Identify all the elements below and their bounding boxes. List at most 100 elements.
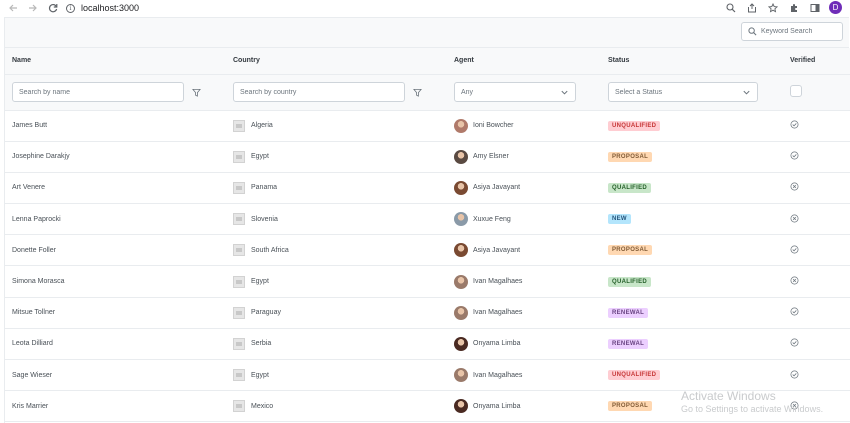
times-circle-icon xyxy=(790,214,800,224)
country-name: Serbia xyxy=(251,340,272,348)
status-cell: PROPOSAL xyxy=(601,234,783,267)
zoom-icon[interactable] xyxy=(725,2,737,14)
agent-name: Asiya Javayant xyxy=(473,246,521,254)
name-cell: Art Venere xyxy=(5,172,226,205)
back-button[interactable] xyxy=(6,1,20,15)
filter-icon[interactable] xyxy=(190,85,204,99)
bookmark-star-icon[interactable] xyxy=(767,2,779,14)
agent-avatar xyxy=(454,243,468,258)
country-cell: Egypt xyxy=(226,359,447,392)
verified-cell xyxy=(783,110,850,142)
forward-button[interactable] xyxy=(26,1,40,15)
country-cell: Slovenia xyxy=(226,203,447,236)
table-row[interactable]: Art Venere Panama Asiya Javayant QUALIFIED xyxy=(5,172,850,205)
verified-cell xyxy=(783,172,850,205)
status-badge: UNQUALIFIED xyxy=(608,120,661,131)
customer-name: Art Venere xyxy=(12,184,46,192)
customer-name: Leota Dilliard xyxy=(12,340,53,348)
flag-icon xyxy=(233,213,245,226)
agent-cell: Asiya Javayant xyxy=(447,172,601,205)
name-cell: Sage Wieser xyxy=(5,359,226,392)
country-cell: Algeria xyxy=(226,110,447,142)
status-badge: UNQUALIFIED xyxy=(608,370,661,381)
name-cell: Mitsue Tollner xyxy=(5,297,226,329)
country-filter-input[interactable] xyxy=(233,82,405,102)
country-cell: Egypt xyxy=(226,141,447,173)
country-name: Egypt xyxy=(251,278,269,286)
reload-icon xyxy=(48,4,58,13)
table-row[interactable]: Josephine Darakjy Egypt Amy Elsner PROPOSAL xyxy=(5,141,850,173)
flag-icon xyxy=(233,369,245,382)
column-header-verified: Verified xyxy=(783,48,850,75)
table-row[interactable]: Kris Marrier Mexico Onyama Limba PROPOSAL xyxy=(5,390,850,423)
status-cell: QUALIFIED xyxy=(601,172,783,205)
agent-name: Ivan Magalhaes xyxy=(473,371,523,379)
agent-filter-dropdown[interactable]: Any xyxy=(454,82,576,102)
agent-name: Amy Elsner xyxy=(473,153,509,161)
check-circle-icon xyxy=(790,307,800,317)
check-circle-icon xyxy=(790,338,800,348)
verified-filter-checkbox[interactable] xyxy=(790,85,802,97)
share-icon[interactable] xyxy=(746,2,758,14)
country-cell: Mexico xyxy=(226,390,447,423)
table-row[interactable]: Leota Dilliard Serbia Onyama Limba RENEWAL xyxy=(5,328,850,361)
country-name: Egypt xyxy=(251,371,269,379)
verified-cell xyxy=(783,265,850,298)
table-row[interactable]: Sage Wieser Egypt Ivan Magalhaes UNQUALIFIE… xyxy=(5,359,850,392)
name-filter-cell xyxy=(5,74,226,111)
side-panel-icon[interactable] xyxy=(809,2,821,14)
agent-cell: Amy Elsner xyxy=(447,141,601,173)
status-cell: UNQUALIFIED xyxy=(601,359,783,392)
arrow-right-icon xyxy=(29,4,37,12)
flag-icon xyxy=(233,337,245,350)
status-filter-dropdown[interactable]: Select a Status xyxy=(608,82,758,102)
customer-name: Mitsue Tollner xyxy=(12,309,56,317)
customer-name: Josephine Darakjy xyxy=(12,153,70,161)
country-cell: South Africa xyxy=(226,234,447,267)
site-info-icon[interactable]: i xyxy=(66,3,75,13)
country-filter-cell xyxy=(226,74,447,111)
check-circle-icon xyxy=(790,245,800,255)
table-row[interactable]: Donette Foller South Africa Asiya Javayant… xyxy=(5,234,850,267)
column-header-status: Status xyxy=(601,48,783,75)
table-body: James Butt Algeria Ioni Bowcher UNQUALIFIED… xyxy=(5,110,850,423)
country-name: Algeria xyxy=(251,122,273,130)
table-caption xyxy=(5,17,849,48)
customer-name: James Butt xyxy=(12,122,48,130)
agent-cell: Xuxue Feng xyxy=(447,203,601,236)
country-name: Slovenia xyxy=(251,215,278,223)
filter-icon[interactable] xyxy=(411,85,425,99)
status-badge: PROPOSAL xyxy=(608,151,653,162)
status-cell: UNQUALIFIED xyxy=(601,110,783,142)
profile-avatar[interactable]: D xyxy=(829,1,842,14)
status-cell: QUALIFIED xyxy=(601,265,783,298)
agent-avatar xyxy=(454,368,468,383)
country-name: Panama xyxy=(251,184,278,192)
datatable-page: Name Country Agent Status Verified xyxy=(4,17,850,423)
reload-button[interactable] xyxy=(46,1,60,15)
address-bar[interactable]: i localhost:3000 xyxy=(66,1,139,15)
table-row[interactable]: Lenna Paprocki Slovenia Xuxue Feng NEW xyxy=(5,203,850,236)
table-row[interactable]: James Butt Algeria Ioni Bowcher UNQUALIFIED xyxy=(5,110,850,142)
check-circle-icon xyxy=(790,370,800,380)
table-row[interactable]: Simona Morasca Egypt Ivan Magalhaes QUALIFI… xyxy=(5,265,850,298)
agent-avatar xyxy=(454,399,468,414)
verified-filter-cell xyxy=(783,74,850,111)
customer-name: Kris Marrier xyxy=(12,402,49,410)
keyword-search-box[interactable] xyxy=(741,22,843,41)
status-badge: QUALIFIED xyxy=(608,182,652,193)
agent-filter-cell: Any xyxy=(447,74,601,111)
flag-icon xyxy=(233,181,245,194)
name-cell: Leota Dilliard xyxy=(5,328,226,361)
status-badge: PROPOSAL xyxy=(608,245,653,256)
flag-icon xyxy=(233,244,245,257)
extensions-icon[interactable] xyxy=(788,2,800,14)
keyword-search-input[interactable] xyxy=(761,28,841,35)
status-badge: NEW xyxy=(608,214,631,225)
name-filter-input[interactable] xyxy=(12,82,184,102)
times-circle-icon xyxy=(790,182,800,192)
table-row[interactable]: Mitsue Tollner Paraguay Ivan Magalhaes RENE… xyxy=(5,297,850,329)
verified-cell xyxy=(783,328,850,361)
flag-icon xyxy=(233,150,245,163)
customer-name: Donette Foller xyxy=(12,246,56,254)
